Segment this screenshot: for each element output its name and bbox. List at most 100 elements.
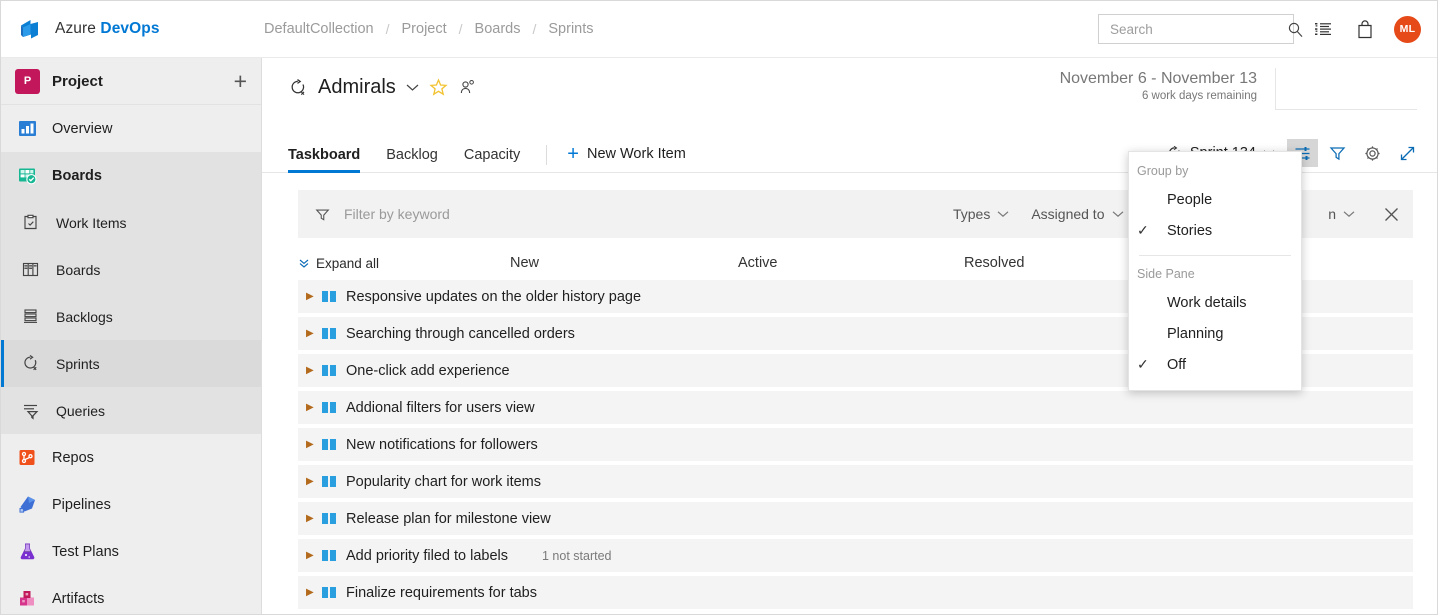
table-row[interactable]: ▶ Add priority filed to labels 1 not sta… — [298, 539, 1413, 572]
sidebar-item-sprints[interactable]: Sprints — [1, 340, 261, 387]
breadcrumb-item-boards[interactable]: Boards — [475, 21, 521, 37]
breadcrumb-item-collection[interactable]: DefaultCollection — [264, 21, 374, 37]
menu-item-planning[interactable]: Planning — [1129, 318, 1301, 349]
expand-row-icon[interactable]: ▶ — [306, 402, 322, 413]
expand-row-icon[interactable]: ▶ — [306, 476, 322, 487]
sidebar-item-boards-group[interactable]: Boards — [1, 152, 261, 199]
backlogs-icon — [21, 307, 49, 326]
expand-row-icon[interactable]: ▶ — [306, 513, 322, 524]
expand-row-icon[interactable]: ▶ — [306, 365, 322, 376]
queries-icon — [21, 401, 49, 420]
user-story-icon — [322, 438, 341, 452]
team-members-icon[interactable] — [458, 78, 477, 97]
filter-icon[interactable] — [1322, 139, 1353, 167]
table-row[interactable]: ▶ Release plan for milestone view — [298, 502, 1413, 535]
keyword-filter[interactable]: Filter by keyword — [314, 206, 931, 223]
story-title[interactable]: Addional filters for users view — [346, 400, 535, 416]
expand-all-button[interactable]: Expand all — [298, 256, 510, 271]
sidebar-item-test-plans[interactable]: Test Plans — [1, 528, 261, 575]
sidebar-item-backlogs[interactable]: Backlogs — [1, 293, 261, 340]
tab-backlog[interactable]: Backlog — [386, 147, 438, 172]
brand-area[interactable]: Azure DevOps — [1, 14, 249, 44]
search-box[interactable] — [1098, 14, 1294, 44]
expand-row-icon[interactable]: ▶ — [306, 550, 322, 561]
user-story-icon — [322, 401, 341, 415]
sidebar-item-label: Work Items — [56, 215, 127, 231]
sidebar-item-boards[interactable]: Boards — [1, 246, 261, 293]
brand-suffix: DevOps — [100, 20, 159, 37]
sprints-icon — [288, 78, 308, 98]
filter-dropdown-label: n — [1328, 206, 1336, 222]
azure-devops-logo-icon — [15, 14, 45, 44]
sidebar-item-overview[interactable]: Overview — [1, 105, 261, 152]
settings-gear-icon[interactable] — [1357, 139, 1388, 167]
menu-item-work-details[interactable]: Work details — [1129, 287, 1301, 318]
burndown-chart-placeholder[interactable] — [1275, 68, 1417, 110]
marketplace-bag-icon[interactable] — [1352, 16, 1378, 42]
story-title[interactable]: Responsive updates on the older history … — [346, 289, 641, 305]
sidebar-item-repos[interactable]: Repos — [1, 434, 261, 481]
add-project-button[interactable]: + — [234, 70, 247, 93]
story-title[interactable]: New notifications for followers — [346, 437, 538, 453]
sidebar-item-label: Boards — [52, 168, 102, 184]
filter-dropdown-types[interactable]: Types — [953, 206, 1009, 222]
top-navigation-bar: Azure DevOps DefaultCollection / Project… — [1, 1, 1438, 58]
add-work-item-button[interactable]: + New Work Item — [567, 144, 686, 172]
story-title[interactable]: Finalize requirements for tabs — [346, 585, 537, 601]
story-title[interactable]: Searching through cancelled orders — [346, 326, 575, 342]
filter-icon — [314, 206, 331, 223]
table-row[interactable]: ▶ Popularity chart for work items — [298, 465, 1413, 498]
fullscreen-icon[interactable] — [1392, 139, 1423, 167]
user-story-icon — [322, 364, 341, 378]
sidebar-item-artifacts[interactable]: Artifacts — [1, 575, 261, 615]
boards-icon — [17, 165, 45, 186]
sidebar-item-work-items[interactable]: Work Items — [1, 199, 261, 246]
team-selector[interactable]: Admirals — [288, 76, 1438, 99]
filter-dropdown-partial[interactable]: n — [1328, 206, 1355, 222]
table-row[interactable]: ▶ New notifications for followers — [298, 428, 1413, 461]
search-icon[interactable] — [1287, 21, 1304, 38]
avatar[interactable]: ML — [1394, 16, 1421, 43]
sidebar-item-label: Artifacts — [52, 591, 104, 607]
boards-group: Boards Work Items — [1, 152, 261, 434]
chevron-down-icon[interactable] — [406, 83, 419, 92]
favorite-star-icon[interactable] — [429, 78, 448, 97]
work-items-list-icon[interactable] — [1310, 16, 1336, 42]
sidebar-item-label: Pipelines — [52, 497, 111, 513]
sidebar-item-pipelines[interactable]: Pipelines — [1, 481, 261, 528]
breadcrumb-item-sprints[interactable]: Sprints — [548, 21, 593, 37]
test-plans-icon — [17, 541, 45, 562]
expand-row-icon[interactable]: ▶ — [306, 291, 322, 302]
toolbar-divider — [546, 145, 547, 165]
menu-item-label: Work details — [1167, 295, 1247, 311]
menu-item-off[interactable]: ✓ Off — [1129, 349, 1301, 380]
breadcrumb-item-project[interactable]: Project — [402, 21, 447, 37]
table-row[interactable]: ▶ Addional filters for users view — [298, 391, 1413, 424]
chevron-double-down-icon — [298, 257, 310, 269]
tab-taskboard[interactable]: Taskboard — [288, 147, 360, 172]
artifacts-icon — [17, 588, 45, 609]
project-header[interactable]: P Project + — [1, 58, 261, 105]
menu-item-stories[interactable]: ✓ Stories — [1129, 215, 1301, 246]
story-title[interactable]: Add priority filed to labels — [346, 548, 508, 564]
check-icon: ✓ — [1137, 222, 1167, 239]
board-grid-icon — [21, 260, 49, 279]
story-title[interactable]: One-click add experience — [346, 363, 510, 379]
sidebar-item-queries[interactable]: Queries — [1, 387, 261, 434]
search-input[interactable] — [1110, 22, 1287, 37]
close-filter-bar-button[interactable] — [1377, 200, 1405, 228]
menu-divider — [1139, 255, 1291, 256]
sidebar-nav: Overview — [1, 105, 261, 615]
menu-item-people[interactable]: People — [1129, 184, 1301, 215]
story-title[interactable]: Release plan for milestone view — [346, 511, 551, 527]
story-title[interactable]: Popularity chart for work items — [346, 474, 541, 490]
user-story-icon — [322, 290, 341, 304]
expand-row-icon[interactable]: ▶ — [306, 439, 322, 450]
expand-row-icon[interactable]: ▶ — [306, 587, 322, 598]
tab-capacity[interactable]: Capacity — [464, 147, 520, 172]
filter-dropdown-assigned-to[interactable]: Assigned to — [1031, 206, 1123, 222]
user-story-icon — [322, 586, 341, 600]
expand-row-icon[interactable]: ▶ — [306, 328, 322, 339]
filter-placeholder: Filter by keyword — [344, 206, 450, 222]
table-row[interactable]: ▶ Finalize requirements for tabs — [298, 576, 1413, 609]
